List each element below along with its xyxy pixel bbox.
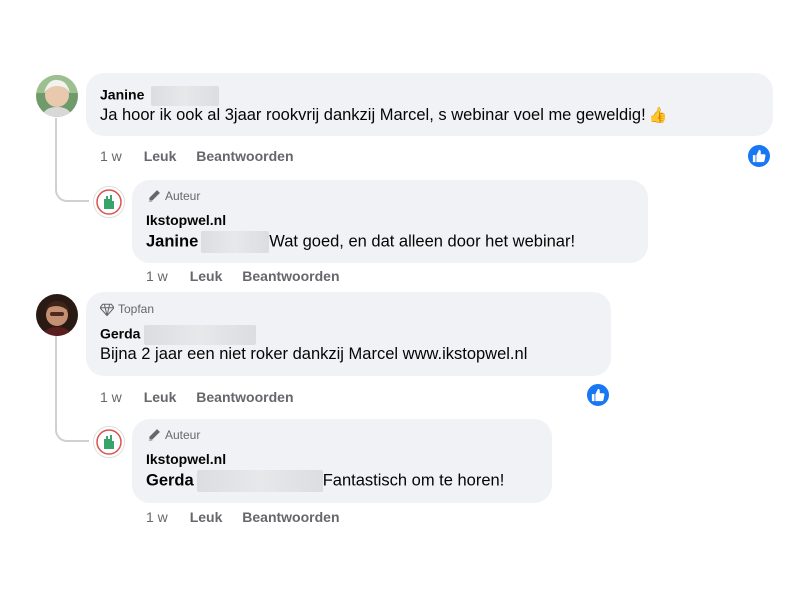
pencil-icon bbox=[148, 429, 160, 441]
reply-link[interactable]: Beantwoorden bbox=[242, 268, 339, 284]
avatar-photo bbox=[36, 294, 78, 336]
comment-text: Ja hoor ik ook al 3jaar rookvrij dankzij… bbox=[100, 106, 667, 125]
author-badge: Auteur bbox=[147, 189, 200, 203]
reply-text-content: Wat goed, en dat alleen door het webinar… bbox=[269, 232, 576, 251]
redacted-surname bbox=[144, 325, 257, 345]
comment-text-content: Ja hoor ik ook al 3jaar rookvrij dankzij… bbox=[100, 106, 646, 124]
reply-link[interactable]: Beantwoorden bbox=[196, 389, 293, 405]
reply-author-name[interactable]: Ikstopwel.nl bbox=[146, 212, 226, 228]
reply-link[interactable]: Beantwoorden bbox=[242, 509, 339, 525]
author-badge-label: Auteur bbox=[165, 189, 201, 203]
pencil-icon bbox=[148, 190, 160, 202]
avatar[interactable] bbox=[93, 426, 125, 458]
thread-line bbox=[55, 336, 89, 442]
mention-tag[interactable]: Gerda bbox=[146, 471, 194, 489]
like-link[interactable]: Leuk bbox=[144, 389, 177, 405]
reply-time[interactable]: 1 w bbox=[146, 509, 168, 525]
redacted-surname bbox=[196, 470, 323, 492]
like-reaction-icon[interactable] bbox=[746, 143, 772, 169]
reply-author-name[interactable]: Ikstopwel.nl bbox=[146, 451, 226, 467]
redacted-surname bbox=[151, 86, 220, 106]
avatar[interactable] bbox=[93, 186, 125, 218]
ikstopwel-logo-icon bbox=[94, 187, 124, 217]
reply-text: Janine Wat goed, en dat alleen door het w… bbox=[146, 231, 575, 253]
avatar-photo bbox=[36, 75, 78, 117]
author-badge: Auteur bbox=[147, 428, 200, 442]
ikstopwel-logo-icon bbox=[94, 427, 124, 457]
reply-actions: 1 w Leuk Beantwoorden bbox=[146, 509, 340, 525]
like-link[interactable]: Leuk bbox=[144, 148, 177, 164]
comment-author-name[interactable]: Janine bbox=[100, 87, 144, 103]
reply-text-content: Fantastisch om te horen! bbox=[322, 471, 505, 490]
comment-time[interactable]: 1 w bbox=[100, 389, 122, 405]
comment-text-content: Bijna 2 jaar een niet roker dankzij Marc… bbox=[100, 345, 528, 363]
thumbs-up-emoji: 👍 bbox=[648, 107, 668, 124]
thumbs-up-icon bbox=[752, 149, 766, 163]
comment-actions: 1 w Leuk Beantwoorden bbox=[100, 389, 294, 405]
author-badge-label: Auteur bbox=[165, 428, 201, 442]
comment-time[interactable]: 1 w bbox=[100, 148, 122, 164]
thumbs-up-icon bbox=[591, 388, 605, 402]
topfan-badge-label: Topfan bbox=[118, 302, 155, 316]
reply-text: Gerda Fantastisch om te horen! bbox=[146, 470, 504, 492]
topfan-badge: Topfan bbox=[100, 302, 154, 316]
like-link[interactable]: Leuk bbox=[190, 509, 223, 525]
comment-author-name[interactable]: Gerda bbox=[100, 326, 140, 342]
diamond-icon bbox=[100, 303, 114, 316]
reply-author[interactable]: Ikstopwel.nl bbox=[146, 451, 226, 467]
reply-actions: 1 w Leuk Beantwoorden bbox=[146, 268, 340, 284]
avatar[interactable] bbox=[36, 75, 78, 117]
reply-time[interactable]: 1 w bbox=[146, 268, 168, 284]
reply-link[interactable]: Beantwoorden bbox=[196, 148, 293, 164]
comment-author[interactable]: Gerda bbox=[100, 325, 257, 345]
comment-text: Bijna 2 jaar een niet roker dankzij Marc… bbox=[100, 345, 527, 364]
mention-tag[interactable]: Janine bbox=[146, 232, 198, 250]
avatar[interactable] bbox=[36, 294, 78, 336]
comment-author[interactable]: Janine bbox=[100, 86, 220, 106]
redacted-surname bbox=[201, 231, 270, 253]
like-reaction-icon[interactable] bbox=[585, 382, 611, 408]
reply-author[interactable]: Ikstopwel.nl bbox=[146, 212, 226, 228]
thread-line bbox=[55, 118, 89, 202]
comment-actions: 1 w Leuk Beantwoorden bbox=[100, 148, 294, 164]
like-link[interactable]: Leuk bbox=[190, 268, 223, 284]
